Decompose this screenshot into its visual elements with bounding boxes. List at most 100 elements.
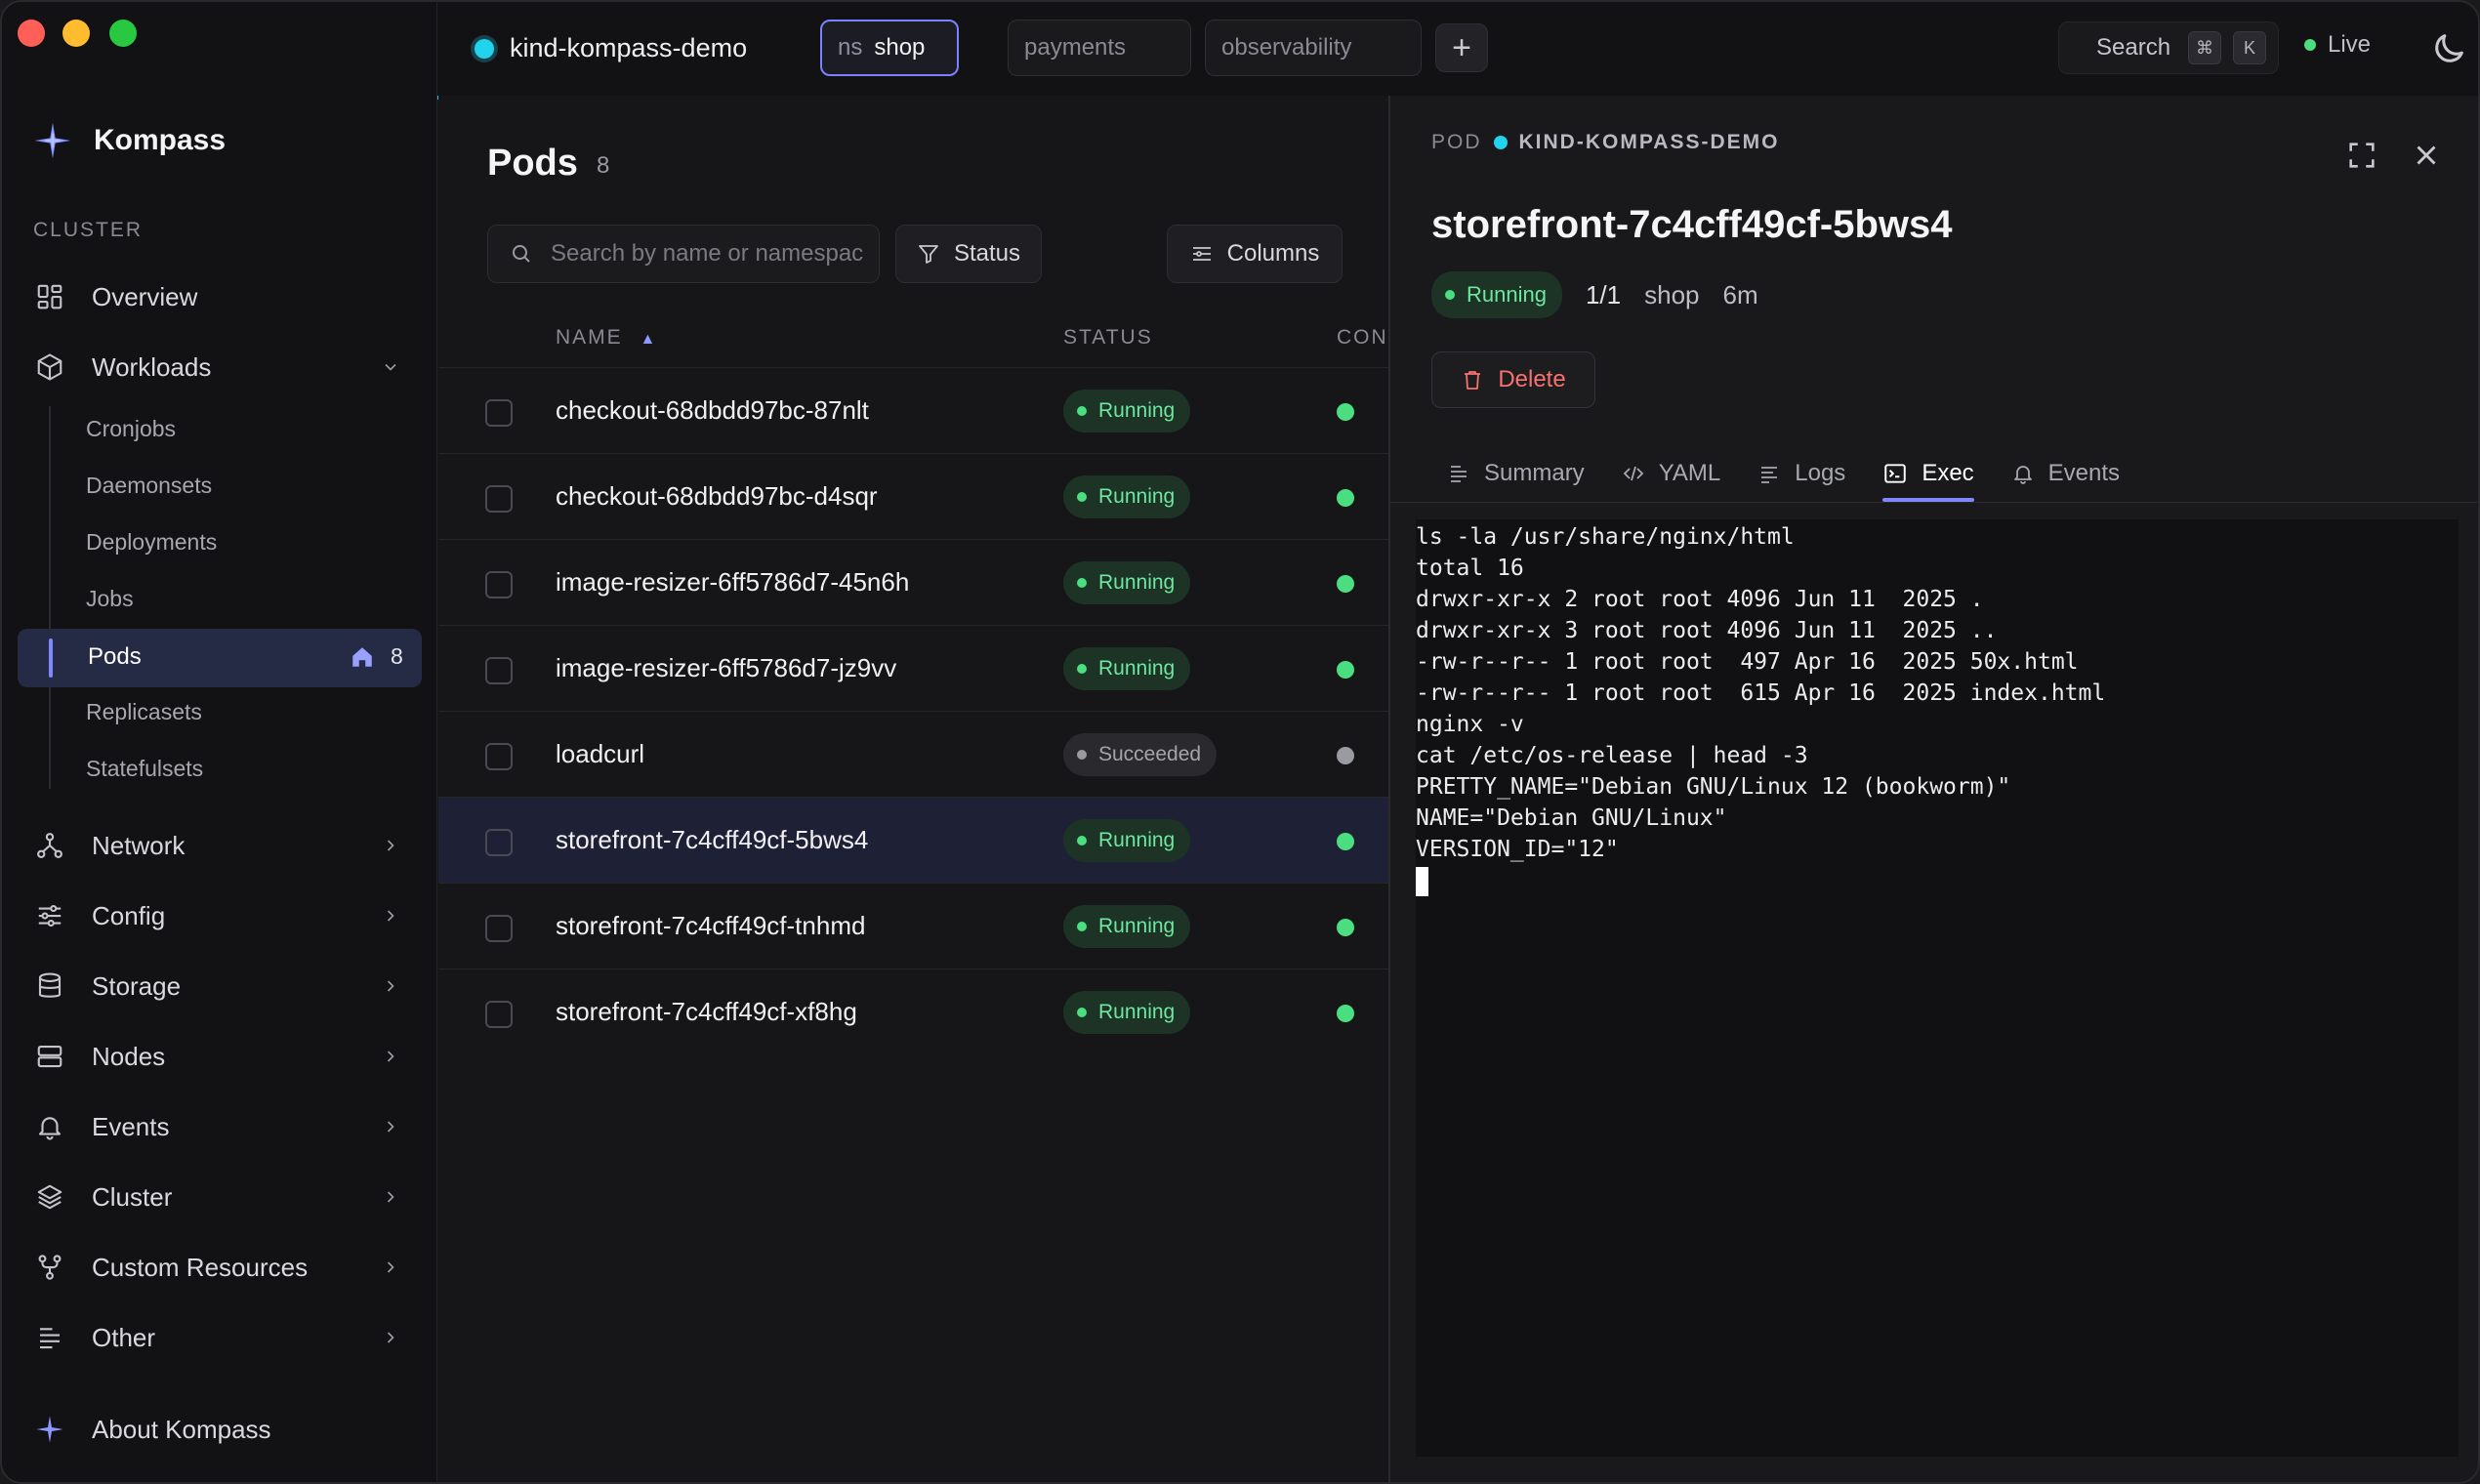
status-badge: Running <box>1063 561 1191 604</box>
sidebar-item-deployments[interactable]: Deployments <box>86 529 217 556</box>
pod-name[interactable]: image-resizer-6ff5786d7-jz9vv <box>556 653 896 683</box>
row-checkbox[interactable] <box>485 915 513 942</box>
terminal-cursor <box>1416 866 1428 896</box>
status-badge: Running <box>1063 819 1191 862</box>
delete-button[interactable]: Delete <box>1431 351 1595 408</box>
sidebar-item-events[interactable]: Events <box>18 1097 422 1156</box>
status-badge: Succeeded <box>1063 733 1218 776</box>
sidebar-item-network[interactable]: Network <box>18 816 422 875</box>
pod-name[interactable]: checkout-68dbdd97bc-d4sqr <box>556 481 878 512</box>
context-status-icon <box>475 38 494 59</box>
columns-button[interactable]: Columns <box>1167 225 1343 283</box>
sidebar-item-label: Events <box>92 1111 170 1141</box>
moon-icon[interactable] <box>2429 29 2468 68</box>
pod-name[interactable]: storefront-7c4cff49cf-xf8hg <box>556 997 857 1027</box>
sidebar-item-nodes[interactable]: Nodes <box>18 1027 422 1086</box>
pod-namespace: shop <box>1644 279 1700 309</box>
maximize-window-button[interactable] <box>109 20 137 47</box>
sidebar-item-cluster[interactable]: Cluster <box>18 1168 422 1226</box>
status-badge: Running <box>1063 647 1191 690</box>
table-row[interactable]: storefront-7c4cff49cf-xf8hg Running <box>438 969 1388 1054</box>
search-input[interactable] <box>551 240 863 268</box>
pod-search[interactable] <box>487 225 880 283</box>
row-checkbox[interactable] <box>485 743 513 770</box>
sidebar-item-overview[interactable]: Overview <box>18 268 422 326</box>
terminal-icon <box>1884 464 1907 483</box>
pod-name[interactable]: storefront-7c4cff49cf-5bws4 <box>556 825 868 855</box>
table-row[interactable]: storefront-7c4cff49cf-5bws4 Running <box>438 797 1388 883</box>
terminal-line: drwxr-xr-x 2 root root 4096 Jun 11 2025 … <box>1416 587 1984 612</box>
sidebar-item-statefulsets[interactable]: Statefulsets <box>86 756 203 782</box>
tab-payments[interactable]: payments <box>1008 20 1191 76</box>
container-status-dot <box>1337 919 1354 936</box>
code-icon <box>1623 466 1643 481</box>
minimize-window-button[interactable] <box>62 20 90 47</box>
column-header-name[interactable]: NAME ▲ <box>556 326 657 350</box>
close-icon[interactable] <box>2410 139 2443 172</box>
tab-yaml[interactable]: YAML <box>1622 445 1720 502</box>
tab-logs[interactable]: Logs <box>1757 445 1845 502</box>
delete-label: Delete <box>1498 366 1566 392</box>
pod-name[interactable]: checkout-68dbdd97bc-87nlt <box>556 395 869 426</box>
sidebar-item-cronjobs[interactable]: Cronjobs <box>86 416 176 442</box>
sidebar-item-label: Config <box>92 900 166 930</box>
close-window-button[interactable] <box>18 20 45 47</box>
row-checkbox[interactable] <box>485 1001 513 1028</box>
sidebar-item-custom-resources[interactable]: Custom Resources <box>18 1238 422 1297</box>
sidebar-item-storage[interactable]: Storage <box>18 957 422 1015</box>
add-tab-button[interactable]: + <box>1435 23 1488 72</box>
search-icon <box>513 245 530 263</box>
pod-name[interactable]: image-resizer-6ff5786d7-45n6h <box>556 567 909 598</box>
column-header-containers[interactable]: CON <box>1337 326 1388 350</box>
sidebar-item-other[interactable]: Other <box>18 1308 422 1367</box>
pod-name[interactable]: storefront-7c4cff49cf-tnhmd <box>556 911 865 941</box>
brand[interactable]: Kompass <box>33 121 226 160</box>
table-row[interactable]: image-resizer-6ff5786d7-45n6h Running <box>438 539 1388 625</box>
status-filter-button[interactable]: Status <box>895 225 1042 283</box>
trash-icon <box>1465 371 1481 390</box>
table-row[interactable]: image-resizer-6ff5786d7-jz9vv Running <box>438 625 1388 711</box>
exec-terminal[interactable]: ls -la /usr/share/nginx/html total 16 drwx… <box>1416 519 2459 1457</box>
table-row[interactable]: loadcurl Succeeded <box>438 711 1388 797</box>
row-checkbox[interactable] <box>485 571 513 598</box>
cluster-name: KIND-KOMPASS-DEMO <box>1518 131 1780 153</box>
column-header-status[interactable]: STATUS <box>1063 326 1153 350</box>
layers-icon <box>33 1180 66 1214</box>
row-checkbox[interactable] <box>485 485 513 513</box>
table-row[interactable]: checkout-68dbdd97bc-d4sqr Running <box>438 453 1388 539</box>
status-dot-icon <box>1077 406 1087 416</box>
title-bar-left <box>2 2 437 96</box>
sidebar-item-config[interactable]: Config <box>18 886 422 945</box>
status-dot-icon <box>1445 290 1455 300</box>
sidebar-item-workloads[interactable]: Workloads <box>18 338 422 396</box>
sidebar-item-label: About Kompass <box>92 1414 271 1444</box>
row-checkbox[interactable] <box>485 829 513 856</box>
row-checkbox[interactable] <box>485 657 513 684</box>
sidebar-item-label: Overview <box>92 281 198 311</box>
sidebar-item-label: Storage <box>92 970 182 1001</box>
status-badge: Running <box>1063 991 1191 1034</box>
row-checkbox[interactable] <box>485 399 513 427</box>
sidebar-item-about[interactable]: About Kompass <box>18 1400 422 1459</box>
sidebar-item-replicasets[interactable]: Replicasets <box>86 699 202 725</box>
kompass-star-icon <box>33 1413 66 1446</box>
tab-namespace-shop[interactable]: ns shop <box>820 20 959 76</box>
table-row[interactable]: storefront-7c4cff49cf-tnhmd Running <box>438 883 1388 969</box>
tab-summary[interactable]: Summary <box>1447 445 1585 502</box>
table-row[interactable]: checkout-68dbdd97bc-87nlt Running <box>438 367 1388 453</box>
sliders-icon <box>33 899 66 932</box>
detail-tabs: Summary YAML Logs Exec Events <box>1447 445 2120 502</box>
tab-exec[interactable]: Exec <box>1882 445 1975 502</box>
context-switcher[interactable]: kind-kompass-demo <box>475 33 747 63</box>
tab-events[interactable]: Events <box>2011 445 2120 502</box>
terminal-line: NAME="Debian GNU/Linux" <box>1416 805 1727 831</box>
kompass-logo-icon <box>34 122 71 159</box>
tab-observability[interactable]: observability <box>1205 20 1422 76</box>
expand-icon[interactable] <box>2345 139 2378 172</box>
pod-name[interactable]: loadcurl <box>556 739 644 769</box>
terminal-line: total 16 <box>1416 556 1524 581</box>
command-search-button[interactable]: Search ⌘ K <box>2058 21 2279 74</box>
sidebar-item-jobs[interactable]: Jobs <box>86 586 134 612</box>
sidebar-item-label: Network <box>92 830 186 860</box>
sidebar-item-daemonsets[interactable]: Daemonsets <box>86 473 212 499</box>
